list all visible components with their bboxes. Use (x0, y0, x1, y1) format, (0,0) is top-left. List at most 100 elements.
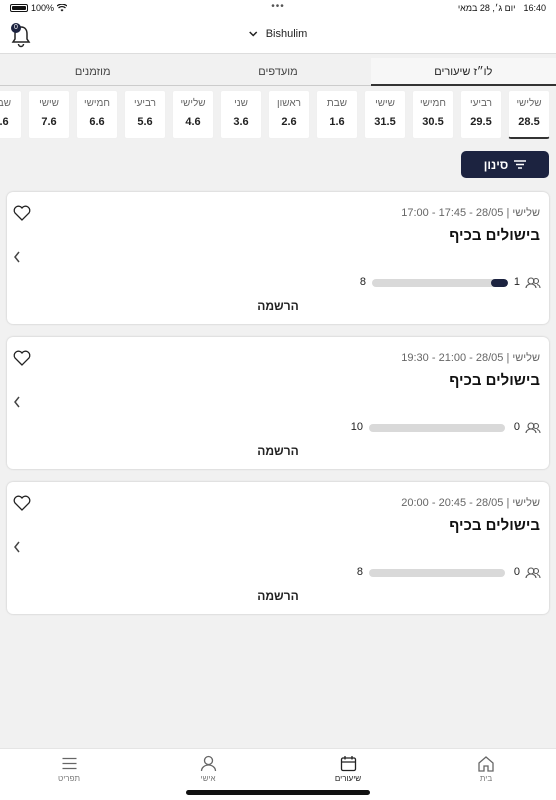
capacity-fill (491, 279, 508, 287)
chevron-left-icon[interactable] (12, 250, 22, 264)
notifications-button[interactable]: 0 (10, 23, 32, 48)
capacity-bar (372, 279, 508, 287)
status-date: יום ג׳, 28 במאי (457, 3, 516, 13)
day-date: 3.6 (233, 116, 249, 128)
nav-personal[interactable]: אישי (178, 755, 238, 783)
day-date: 7.6 (41, 116, 57, 128)
register-button[interactable]: הרשמה (7, 589, 549, 603)
nav-label: תפריט (58, 774, 80, 783)
class-title: בישולים בכיף (449, 227, 540, 244)
day-item[interactable]: שבת 8.6 (0, 90, 22, 139)
day-name: שבת (0, 98, 12, 109)
calendar-icon (340, 756, 356, 772)
multitask-dots[interactable]: ••• (271, 1, 285, 12)
class-card[interactable]: שלישי | 28/05 - 21:00 - 19:30 בישולים בכ… (7, 337, 549, 469)
wifi-icon (57, 4, 68, 12)
day-item[interactable]: שני 3.6 (220, 90, 262, 139)
day-date: 2.6 (281, 116, 297, 128)
day-item[interactable]: שלישי 4.6 (172, 90, 214, 139)
day-item[interactable]: שלישי 28.5 (508, 90, 550, 139)
class-time: שלישי | 28/05 - 20:45 - 20:00 (401, 497, 540, 509)
day-date: 1.6 (329, 116, 345, 128)
class-title: בישולים בכיף (449, 517, 540, 534)
nav-menu[interactable]: תפריט (39, 755, 99, 783)
day-name: שישי (375, 98, 395, 109)
chevron-down-icon (249, 31, 258, 37)
day-item[interactable]: שישי 31.5 (364, 90, 406, 139)
day-date: 30.5 (422, 116, 444, 128)
nav-label: שיעורים (334, 774, 362, 783)
day-date: 6.6 (89, 116, 105, 128)
filter-icon (514, 160, 527, 169)
day-name: רביעי (469, 98, 493, 109)
class-time: שלישי | 28/05 - 21:00 - 19:30 (401, 352, 540, 364)
battery-icon (10, 4, 28, 12)
nav-label: אישי (200, 774, 216, 783)
day-item[interactable]: ראשון 2.6 (268, 90, 310, 139)
day-item[interactable]: חמישי 6.6 (76, 90, 118, 139)
day-item[interactable]: שישי 7.6 (28, 90, 70, 139)
booked-count: 0 (513, 421, 520, 433)
chevron-left-icon[interactable] (12, 395, 22, 409)
home-indicator (186, 790, 370, 795)
studio-selector[interactable]: Bishulim (249, 28, 308, 40)
status-bar: 100% ••• 16:40 יום ג׳, 28 במאי (0, 0, 556, 16)
day-item[interactable]: רביעי 5.6 (124, 90, 166, 139)
heart-icon[interactable] (13, 495, 31, 511)
status-right: 16:40 יום ג׳, 28 במאי (458, 3, 546, 13)
day-picker: שלישי 28.5 רביעי 29.5 חמישי 30.5 שישי 31.5 ש… (0, 90, 550, 140)
filter-label: סינון (483, 157, 509, 172)
booked-count: 0 (513, 566, 520, 578)
day-date: 8.6 (0, 116, 9, 128)
battery-level: 100% (31, 3, 55, 13)
tab-schedule[interactable]: לו״ז שיעורים (370, 58, 556, 86)
capacity-count: 10 (350, 421, 363, 433)
day-date: 4.6 (185, 116, 201, 128)
tab-invited[interactable]: מוזמנים (0, 58, 186, 86)
capacity-count: 8 (356, 566, 363, 578)
day-name: חמישי (420, 98, 446, 109)
heart-icon[interactable] (13, 350, 31, 366)
studio-name: Bishulim (265, 28, 308, 40)
home-icon (478, 756, 494, 772)
day-name: שלישי (180, 98, 206, 109)
capacity-bar (369, 569, 505, 577)
day-name: חמישי (84, 98, 110, 109)
class-time: שלישי | 28/05 - 17:45 - 17:00 (401, 207, 540, 219)
participants-icon (525, 422, 541, 434)
day-name: ראשון (277, 98, 301, 109)
register-button[interactable]: הרשמה (7, 299, 549, 313)
status-time: 16:40 (523, 3, 546, 13)
chevron-left-icon[interactable] (12, 540, 22, 554)
user-icon (200, 755, 216, 772)
register-button[interactable]: הרשמה (7, 444, 549, 458)
participants-icon (525, 567, 541, 579)
day-name: שישי (39, 98, 59, 109)
status-left: 100% (10, 3, 68, 13)
day-date: 5.6 (137, 116, 153, 128)
class-card[interactable]: שלישי | 28/05 - 20:45 - 20:00 בישולים בכ… (7, 482, 549, 614)
nav-home[interactable]: בית (456, 755, 516, 783)
nav-label: בית (479, 774, 493, 783)
nav-classes[interactable]: שיעורים (318, 755, 378, 783)
filter-button[interactable]: סינון (461, 151, 549, 178)
day-name: שבת (326, 98, 348, 109)
class-card[interactable]: שלישי | 28/05 - 17:45 - 17:00 בישולים בכ… (7, 192, 549, 324)
tab-favorites[interactable]: מועדפים (185, 58, 371, 86)
menu-icon (62, 757, 76, 770)
notification-badge: 0 (11, 23, 21, 33)
app-header: 0 Bishulim (0, 16, 556, 54)
heart-icon[interactable] (13, 205, 31, 221)
schedule-tabs: לו״ז שיעורים מועדפים מוזמנים (0, 58, 556, 86)
day-name: שני (234, 98, 248, 109)
booked-count: 1 (513, 276, 520, 288)
day-date: 29.5 (470, 116, 492, 128)
day-item[interactable]: שבת 1.6 (316, 90, 358, 139)
capacity-bar (369, 424, 505, 432)
participants-icon (525, 277, 541, 289)
day-name: רביעי (133, 98, 157, 109)
day-item[interactable]: חמישי 30.5 (412, 90, 454, 139)
day-item[interactable]: רביעי 29.5 (460, 90, 502, 139)
day-date: 28.5 (518, 116, 540, 128)
capacity-count: 8 (359, 276, 366, 288)
